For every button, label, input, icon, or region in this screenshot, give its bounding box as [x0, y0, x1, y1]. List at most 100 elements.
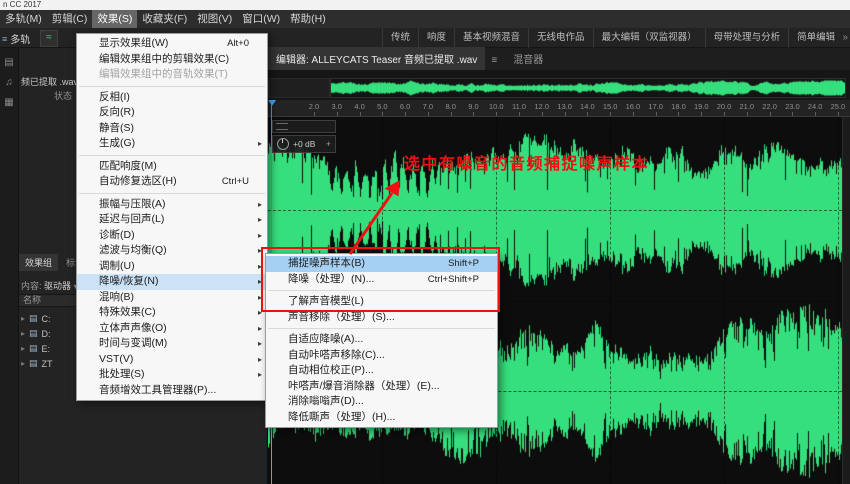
menu-item-12[interactable]: 振幅与压限(A)▸: [77, 197, 267, 213]
multitrack-button[interactable]: ≡ 多轨: [2, 31, 30, 46]
file-list-item[interactable]: 频已提取 .wav: [21, 75, 78, 88]
menu-item-16[interactable]: 调制(U)▸: [77, 259, 267, 275]
menu-item-11[interactable]: 降低嘶声（处理）(H)...: [266, 410, 497, 426]
ruler-label: 14.0: [580, 102, 595, 111]
menu-item-14[interactable]: 诊断(D)▸: [77, 228, 267, 244]
timeline-ruler[interactable]: 2.03.04.05.06.07.08.09.010.011.012.013.0…: [268, 100, 850, 117]
overview-waveform[interactable]: [331, 79, 845, 97]
menubar-item-0[interactable]: 多轨(M): [0, 10, 47, 28]
menu-item-15[interactable]: 滤波与均衡(Q)▸: [77, 243, 267, 259]
overview-controls[interactable]: [268, 78, 330, 98]
status-column-label: 状态: [54, 89, 72, 102]
ruler-tick: [587, 112, 588, 116]
menubar-item-5[interactable]: 窗口(W): [237, 10, 285, 28]
menu-item-label: 滤波与均衡(Q): [99, 243, 263, 259]
menu-item-label: 降低嘶声（处理）(H)...: [288, 410, 493, 426]
ruler-label: 16.0: [626, 102, 641, 111]
menu-item-24[interactable]: 音频增效工具管理器(P)...: [77, 383, 267, 399]
grid-icon[interactable]: ▦: [0, 97, 18, 108]
menu-item-label: 编辑效果组中的音轨效果(T): [99, 67, 263, 83]
tree-collapsed-icon: ▸: [21, 329, 25, 338]
tab-mixer[interactable]: 混音器: [503, 47, 553, 70]
files-icon[interactable]: ▤: [0, 57, 18, 68]
submenu-arrow-icon: ▸: [258, 228, 262, 244]
menu-item-shortcut: Alt+0: [227, 36, 249, 52]
menu-item-label: 反向(R): [99, 105, 263, 121]
tree-collapsed-icon: ▸: [21, 344, 25, 353]
workspace-tab-1[interactable]: 响度: [418, 28, 454, 48]
workspace-tab-6[interactable]: 简单编辑: [788, 28, 836, 48]
menubar-item-2[interactable]: 效果(S): [92, 10, 137, 28]
menu-item-label: 生成(G): [99, 136, 263, 152]
menu-item-17[interactable]: 降噪/恢复(N)▸: [77, 274, 267, 290]
panel-menu-icon[interactable]: ≡: [485, 51, 503, 70]
menu-item-23[interactable]: 批处理(S)▸: [77, 367, 267, 383]
workspace-tab-3[interactable]: 无线电作品: [528, 28, 593, 48]
menu-item-19[interactable]: 特殊效果(C)▸: [77, 305, 267, 321]
overview-navigator[interactable]: [330, 78, 846, 98]
pin-icon[interactable]: +: [326, 139, 331, 149]
menu-item-label: 自适应降噪(A)...: [288, 332, 493, 348]
menu-item-label: 调制(U): [99, 259, 263, 275]
menu-item-label: 咔嗒声/爆音消除器（处理）(E)...: [288, 379, 493, 395]
media-icon[interactable]: ♫: [0, 77, 18, 88]
submenu-arrow-icon: ▸: [258, 367, 262, 383]
ruler-tick: [360, 112, 361, 116]
playhead-handle[interactable]: [268, 100, 276, 106]
menubar-item-3[interactable]: 收藏夹(F): [137, 10, 192, 28]
menubar-item-1[interactable]: 剪辑(C): [47, 10, 93, 28]
menubar-item-6[interactable]: 帮助(H): [285, 10, 331, 28]
menu-item-20[interactable]: 立体声声像(O)▸: [77, 321, 267, 337]
menu-item-label: 特殊效果(C): [99, 305, 263, 321]
ruler-tick: [701, 112, 702, 116]
workspace-tab-2[interactable]: 基本视频混音: [454, 28, 528, 48]
workspace-overflow-icon[interactable]: »: [842, 28, 848, 48]
menu-item-0[interactable]: 显示效果组(W)Alt+0: [77, 36, 267, 52]
ruler-tick: [382, 112, 383, 116]
hud-drag-bar[interactable]: [272, 120, 336, 133]
submenu-arrow-icon: ▸: [258, 136, 262, 152]
menu-item-8[interactable]: 自动相位校正(P)...: [266, 363, 497, 379]
menubar-item-4[interactable]: 视图(V): [192, 10, 237, 28]
grid-line: [838, 117, 839, 484]
tab-editor[interactable]: 编辑器: ALLEYCATS Teaser 音频已提取 .wav: [268, 47, 485, 70]
workspace-tab-4[interactable]: 最大编辑（双监视器）: [593, 28, 705, 48]
gain-hud: +0 dB +: [272, 120, 336, 158]
ruler-label: 2.0: [309, 102, 319, 111]
waveform-view-button[interactable]: ≈: [40, 30, 58, 47]
ruler-tick: [542, 112, 543, 116]
menu-item-7[interactable]: 自动咔嗒声移除(C)...: [266, 348, 497, 364]
menu-item-22[interactable]: VST(V)▸: [77, 352, 267, 368]
menu-item-shortcut: Ctrl+U: [222, 174, 249, 190]
menu-item-4[interactable]: 反相(I): [77, 90, 267, 106]
gain-knob-icon[interactable]: [277, 138, 289, 150]
menu-item-18[interactable]: 混响(B)▸: [77, 290, 267, 306]
menu-item-10[interactable]: 自动修复选区(H)Ctrl+U: [77, 174, 267, 190]
ruler-tick: [565, 112, 566, 116]
tab-effects-rack[interactable]: 效果组: [19, 254, 58, 271]
menu-item-21[interactable]: 时间与变调(M)▸: [77, 336, 267, 352]
menu-item-6[interactable]: 自适应降噪(A)...: [266, 332, 497, 348]
menu-item-label: VST(V): [99, 352, 263, 368]
submenu-arrow-icon: ▸: [258, 212, 262, 228]
contents-dropdown[interactable]: 内容: 驱动器 ▾: [21, 279, 78, 292]
ruler-label: 8.0: [445, 102, 455, 111]
ruler-tick: [428, 112, 429, 116]
menu-item-5[interactable]: 反向(R): [77, 105, 267, 121]
workspace-tab-0[interactable]: 传统: [382, 28, 418, 48]
workspace-tab-5[interactable]: 母带处理与分析: [705, 28, 789, 48]
amplitude-ruler[interactable]: [842, 117, 850, 484]
menu-item-10[interactable]: 消除嗡嗡声(D)...: [266, 394, 497, 410]
hud-gain-row: +0 dB +: [272, 135, 336, 153]
menu-item-9[interactable]: 匹配响度(M): [77, 159, 267, 175]
menu-item-7[interactable]: 生成(G)▸: [77, 136, 267, 152]
menu-item-13[interactable]: 延迟与回声(L)▸: [77, 212, 267, 228]
menu-item-6[interactable]: 静音(S): [77, 121, 267, 137]
menu-item-9[interactable]: 咔嗒声/爆音消除器（处理）(E)...: [266, 379, 497, 395]
menu-item-label: 音频增效工具管理器(P)...: [99, 383, 263, 399]
ruler-label: 3.0: [332, 102, 342, 111]
ruler-tick: [473, 112, 474, 116]
menu-separator: [268, 328, 495, 329]
menu-item-label: 显示效果组(W): [99, 36, 227, 52]
menu-item-1[interactable]: 编辑效果组中的剪辑效果(C): [77, 52, 267, 68]
